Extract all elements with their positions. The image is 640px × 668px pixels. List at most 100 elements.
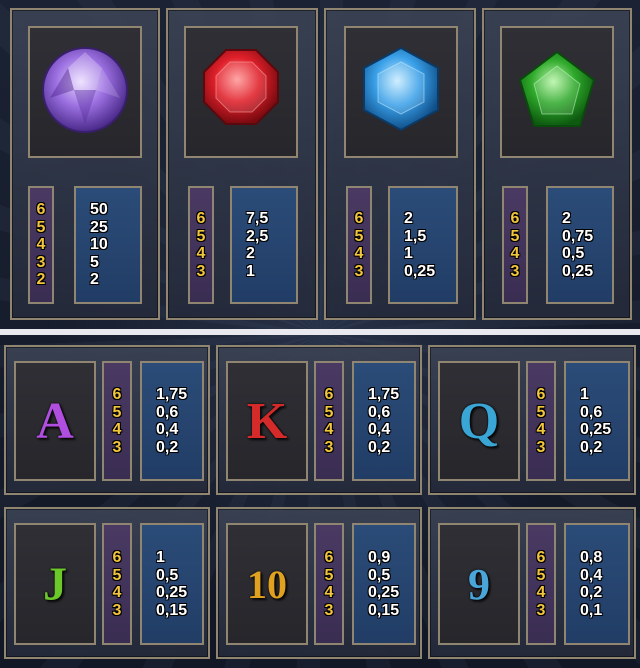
count-column: 6 5 4 3 (526, 523, 556, 645)
count-4: 4 (112, 584, 122, 601)
payout-value: 1 (404, 245, 413, 262)
paytable-card-green-gem: 6 5 4 3 2 0,75 0,5 0,25 (482, 8, 632, 320)
payout-value: 2,5 (246, 227, 269, 245)
payout-value: 0,5 (368, 566, 391, 584)
count-column: 6 5 4 3 2 (28, 186, 54, 304)
payout-value: 0,4 (368, 421, 391, 438)
purple-round-gem-icon (42, 47, 128, 133)
symbol-frame: J (14, 523, 96, 645)
count-3: 3 (354, 262, 364, 280)
payout-value: 0,5 (562, 245, 585, 262)
payout-value: 0,25 (368, 584, 400, 601)
payout-value: 0,2 (580, 584, 603, 601)
count-5: 5 (354, 227, 364, 245)
count-3: 3 (510, 262, 520, 280)
payout-value: 0,4 (580, 566, 603, 584)
payout-value: 1,75 (368, 386, 400, 403)
count-6: 6 (536, 386, 546, 403)
red-octagon-gem-icon (203, 49, 279, 125)
payout-value: 0,25 (580, 421, 612, 438)
paytable-card-k: K 6 5 4 3 1,75 0,6 0,4 0,2 (216, 345, 422, 495)
payout-value: 10 (90, 236, 108, 254)
count-5: 5 (112, 566, 122, 584)
payout-value: 0,25 (156, 584, 188, 601)
count-6: 6 (536, 549, 546, 566)
number-9-icon: 9 (468, 559, 490, 609)
count-6: 6 (112, 549, 122, 566)
count-4: 4 (324, 421, 334, 438)
payout-value: 0,4 (156, 421, 179, 438)
payout-value: 2 (246, 245, 255, 262)
symbol-frame: Q (438, 361, 520, 481)
payout-column: 0,9 0,5 0,25 0,15 (352, 523, 416, 645)
payout-value: 0,6 (156, 403, 179, 421)
payout-value: 0,25 (404, 262, 436, 280)
count-3: 3 (112, 601, 122, 619)
payout-value: 0,1 (580, 601, 603, 619)
count-6: 6 (36, 201, 46, 219)
count-4: 4 (354, 245, 364, 262)
count-5: 5 (536, 566, 546, 584)
count-2: 2 (36, 271, 46, 289)
paytable-card-red-gem: 6 5 4 3 7,5 2,5 2 1 (166, 8, 318, 320)
count-3: 3 (196, 262, 206, 280)
paytable-card-purple-gem: 6 5 4 3 2 50 25 10 5 2 (10, 8, 160, 320)
payout-value: 1 (580, 386, 589, 403)
count-3: 3 (324, 601, 334, 619)
count-6: 6 (510, 210, 520, 227)
count-4: 4 (536, 584, 546, 601)
paytable-card-10: 10 6 5 4 3 0,9 0,5 0,25 0,15 (216, 507, 422, 659)
payout-value: 0,6 (580, 403, 603, 421)
payout-value: 2 (90, 271, 99, 289)
paytable-card-blue-gem: 6 5 4 3 2 1,5 1 0,25 (324, 8, 476, 320)
payout-value: 0,15 (368, 601, 400, 619)
count-5: 5 (536, 403, 546, 421)
green-pentagon-gem-icon (518, 50, 596, 127)
payout-value: 1 (246, 262, 255, 280)
payout-value: 0,25 (562, 262, 594, 280)
count-column: 6 5 4 3 (188, 186, 214, 304)
blue-hexagon-gem-icon (363, 46, 439, 132)
symbol-frame (344, 26, 458, 158)
count-4: 4 (112, 421, 122, 438)
payout-column: 2 1,5 1 0,25 (388, 186, 458, 304)
symbol-frame: 9 (438, 523, 520, 645)
count-5: 5 (112, 403, 122, 421)
count-column: 6 5 4 3 (526, 361, 556, 481)
payout-column: 50 25 10 5 2 (74, 186, 142, 304)
payout-value: 0,8 (580, 549, 603, 566)
count-4: 4 (36, 236, 46, 254)
count-6: 6 (112, 386, 122, 403)
payout-column: 1,75 0,6 0,4 0,2 (140, 361, 204, 481)
payout-value: 7,5 (246, 210, 269, 227)
payout-value: 1 (156, 549, 165, 566)
count-5: 5 (324, 403, 334, 421)
letter-j-icon: J (43, 557, 67, 611)
count-6: 6 (324, 549, 334, 566)
symbol-frame (184, 26, 298, 158)
count-column: 6 5 4 3 (346, 186, 372, 304)
symbol-frame: 10 (226, 523, 308, 645)
paytable-card-q: Q 6 5 4 3 1 0,6 0,25 0,2 (428, 345, 636, 495)
payout-value: 5 (90, 253, 99, 271)
number-10-icon: 10 (247, 561, 287, 607)
payout-value: 1,5 (404, 227, 427, 245)
payout-value: 0,15 (156, 601, 188, 619)
payout-value: 0,2 (368, 438, 391, 456)
symbol-frame: A (14, 361, 96, 481)
count-6: 6 (196, 210, 206, 227)
count-5: 5 (510, 227, 520, 245)
payout-column: 1 0,5 0,25 0,15 (140, 523, 204, 645)
payout-column: 1 0,6 0,25 0,2 (564, 361, 630, 481)
payout-value: 0,75 (562, 227, 594, 245)
payout-value: 25 (90, 218, 108, 236)
count-4: 4 (196, 245, 206, 262)
count-column: 6 5 4 3 (502, 186, 528, 304)
count-3: 3 (536, 438, 546, 456)
letter-a-icon: A (36, 392, 74, 450)
count-3: 3 (36, 253, 46, 271)
payout-value: 0,5 (156, 566, 179, 584)
paytable-card-j: J 6 5 4 3 1 0,5 0,25 0,15 (4, 507, 210, 659)
section-divider (0, 329, 640, 335)
payout-value: 2 (404, 210, 413, 227)
